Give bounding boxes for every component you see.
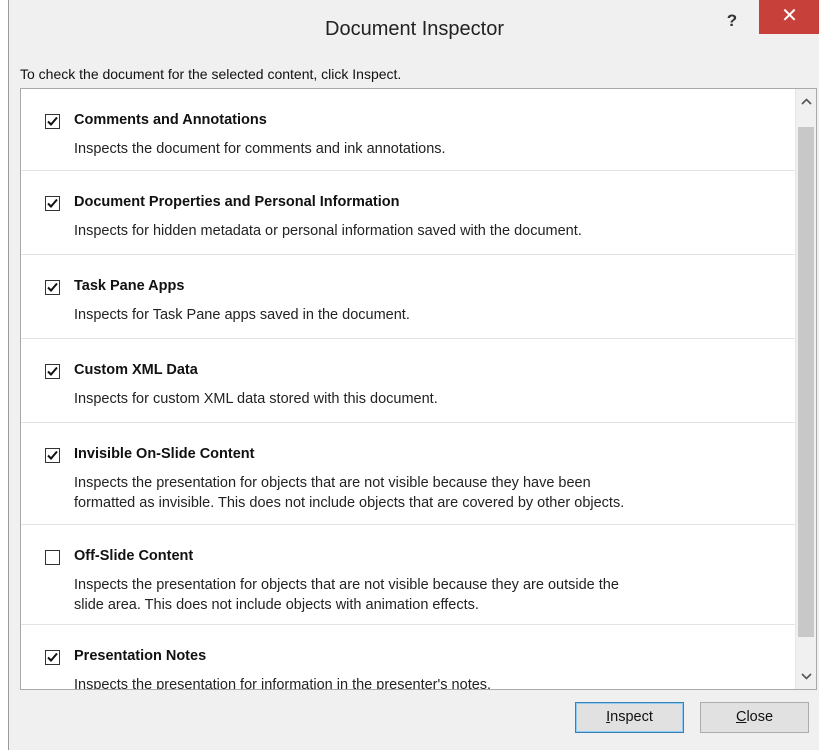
item-title: Invisible On-Slide Content bbox=[74, 446, 255, 462]
item-checkbox[interactable] bbox=[45, 196, 60, 211]
item-description: Inspects the presentation for informatio… bbox=[74, 675, 774, 690]
inspect-label: nspect bbox=[610, 709, 653, 725]
item-title: Custom XML Data bbox=[74, 362, 198, 378]
dialog-title: Document Inspector bbox=[325, 18, 504, 40]
close-button[interactable]: Close bbox=[700, 702, 809, 733]
close-label: lose bbox=[746, 709, 774, 725]
inspection-item: Document Properties and Personal Informa… bbox=[21, 171, 795, 255]
item-description-line: Inspects for custom XML data stored with… bbox=[74, 391, 438, 407]
vertical-scrollbar[interactable] bbox=[795, 89, 816, 689]
item-description-line: Inspects for Task Pane apps saved in the… bbox=[74, 307, 410, 323]
checkmark-icon bbox=[47, 450, 58, 460]
item-title: Task Pane Apps bbox=[74, 278, 185, 294]
item-description-line: formatted as invisible. This does not in… bbox=[74, 495, 625, 511]
document-inspector-dialog: Document Inspector ? ✕ To check the docu… bbox=[8, 0, 819, 750]
item-description: Inspects the presentation for objects th… bbox=[74, 575, 774, 615]
checkmark-icon bbox=[47, 366, 58, 376]
item-description: Inspects for custom XML data stored with… bbox=[74, 389, 774, 409]
scrollbar-thumb[interactable] bbox=[798, 127, 814, 637]
inspection-item: Task Pane Apps Inspects for Task Pane app… bbox=[21, 255, 795, 339]
inspection-list: Comments and Annotations Inspects the doc… bbox=[20, 88, 817, 690]
item-description-line: Inspects the document for comments and i… bbox=[74, 141, 446, 157]
title-bar[interactable]: Document Inspector ? ✕ bbox=[9, 0, 819, 55]
item-description: Inspects for hidden metadata or personal… bbox=[74, 221, 774, 241]
item-description-line: Inspects the presentation for objects th… bbox=[74, 577, 619, 593]
chevron-down-icon[interactable] bbox=[796, 665, 816, 687]
chevron-up-icon[interactable] bbox=[796, 91, 816, 113]
inspection-item: Invisible On-Slide Content Inspects the p… bbox=[21, 423, 795, 525]
item-description: Inspects the document for comments and i… bbox=[74, 139, 774, 159]
item-checkbox[interactable] bbox=[45, 448, 60, 463]
item-description-line: Inspects for hidden metadata or personal… bbox=[74, 223, 582, 239]
close-window-button[interactable]: ✕ bbox=[759, 0, 819, 34]
item-title: Presentation Notes bbox=[74, 648, 207, 664]
item-description-line: slide area. This does not include object… bbox=[74, 597, 479, 613]
item-description: Inspects the presentation for objects th… bbox=[74, 473, 774, 513]
close-access-key: C bbox=[735, 709, 747, 725]
checkmark-icon bbox=[47, 116, 58, 126]
inspection-item: Comments and Annotations Inspects the doc… bbox=[21, 89, 795, 171]
checkmark-icon bbox=[47, 198, 58, 208]
item-title: Document Properties and Personal Informa… bbox=[74, 194, 400, 210]
inspection-item: Presentation Notes Inspects the presentat… bbox=[21, 625, 795, 690]
item-checkbox[interactable] bbox=[45, 280, 60, 295]
item-title: Comments and Annotations bbox=[74, 112, 267, 128]
item-checkbox[interactable] bbox=[45, 114, 60, 129]
item-description: Inspects for Task Pane apps saved in the… bbox=[74, 305, 774, 325]
checkmark-icon bbox=[47, 652, 58, 662]
item-checkbox[interactable] bbox=[45, 364, 60, 379]
item-description-line: Inspects the presentation for informatio… bbox=[74, 677, 492, 690]
help-button[interactable]: ? bbox=[721, 10, 743, 32]
inspection-item: Off-Slide Content Inspects the presentati… bbox=[21, 525, 795, 625]
item-checkbox[interactable] bbox=[45, 650, 60, 665]
item-checkbox[interactable] bbox=[45, 550, 60, 565]
item-description-line: Inspects the presentation for objects th… bbox=[74, 475, 591, 491]
intro-text: To check the document for the selected c… bbox=[20, 66, 402, 82]
checkmark-icon bbox=[47, 282, 58, 292]
inspect-button[interactable]: Inspect bbox=[575, 702, 684, 733]
inspection-item: Custom XML Data Inspects for custom XML d… bbox=[21, 339, 795, 423]
item-title: Off-Slide Content bbox=[74, 548, 194, 564]
